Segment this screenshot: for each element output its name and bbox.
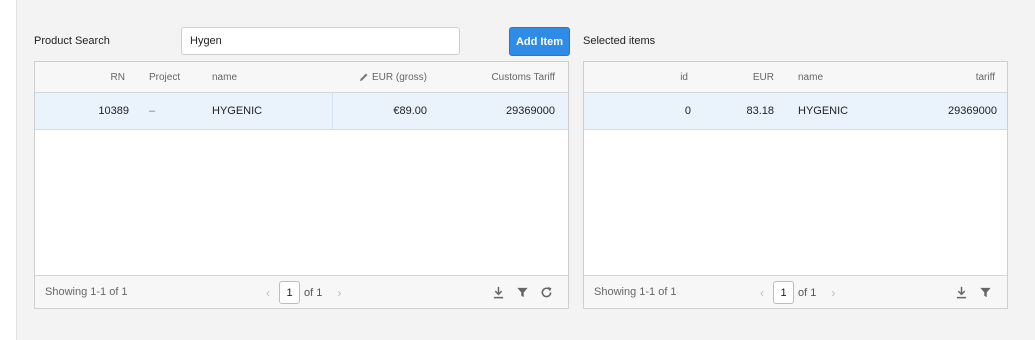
products-grid-header: RN Project name EUR (gross) Customs Tari… — [35, 62, 568, 93]
products-grid-footer: Showing 1-1 of 1 ‹ 1 of 1 › — [35, 275, 568, 308]
refresh-icon[interactable] — [539, 285, 553, 299]
table-row[interactable]: 0 83.18 HYGENIC 29369000 — [584, 93, 1007, 130]
cell-name: HYGENIC — [212, 105, 263, 117]
column-header-tariff[interactable]: tariff — [904, 62, 995, 92]
pencil-icon — [359, 73, 368, 81]
cell-rn: 10389 — [98, 105, 129, 117]
cell-project: – — [149, 105, 156, 117]
download-icon[interactable] — [954, 285, 968, 299]
column-header-eur-gross-label: EUR (gross) — [371, 71, 427, 83]
add-item-button[interactable]: Add Item — [509, 27, 570, 56]
product-search-input[interactable] — [181, 27, 460, 55]
cell-name: HYGENIC — [798, 105, 849, 117]
chevron-left-icon[interactable]: ‹ — [261, 286, 275, 300]
products-grid: RN Project name EUR (gross) Customs Tari… — [34, 61, 569, 309]
filter-icon[interactable] — [515, 285, 529, 299]
column-header-name[interactable]: name — [212, 62, 312, 92]
paging-status: Showing 1-1 of 1 — [45, 286, 128, 298]
column-header-customs-tariff[interactable]: Customs Tariff — [455, 62, 555, 92]
selected-items-label: Selected items — [583, 35, 656, 47]
pagination: ‹ 1 of 1 › — [261, 281, 346, 304]
cell-id: 0 — [684, 105, 691, 117]
chevron-right-icon[interactable]: › — [332, 286, 346, 300]
column-header-id[interactable]: id — [644, 62, 688, 92]
column-header-eur[interactable]: EUR — [714, 62, 774, 92]
paging-status: Showing 1-1 of 1 — [594, 286, 677, 298]
column-header-eur-gross[interactable]: EUR (gross) — [335, 62, 427, 92]
selected-items-grid: id EUR name tariff 0 83.18 HYGENIC 29369… — [583, 61, 1008, 309]
column-header-name[interactable]: name — [798, 62, 878, 92]
chevron-right-icon[interactable]: › — [826, 286, 840, 300]
filter-icon[interactable] — [978, 285, 992, 299]
column-header-project[interactable]: Project — [149, 62, 209, 92]
cell-eur: 83.18 — [746, 105, 774, 117]
cell-customs-tariff: 29369000 — [506, 105, 555, 117]
cell-eur-gross[interactable]: €89.00 — [335, 93, 427, 129]
page-number-input[interactable]: 1 — [279, 281, 300, 304]
chevron-left-icon[interactable]: ‹ — [755, 286, 769, 300]
download-icon[interactable] — [491, 285, 505, 299]
page-count: of 1 — [304, 286, 323, 299]
editable-column-divider — [332, 93, 333, 129]
page-count: of 1 — [798, 286, 817, 299]
page-number-input[interactable]: 1 — [773, 281, 794, 304]
selected-grid-header: id EUR name tariff — [584, 62, 1007, 93]
product-search-label: Product Search — [34, 35, 110, 47]
pagination: ‹ 1 of 1 › — [755, 281, 840, 304]
left-sidebar-strip — [0, 0, 17, 340]
column-header-rn[interactable]: RN — [75, 62, 125, 92]
selected-grid-footer: Showing 1-1 of 1 ‹ 1 of 1 › — [584, 275, 1007, 308]
cell-tariff: 29369000 — [948, 105, 997, 117]
table-row[interactable]: 10389 – HYGENIC €89.00 29369000 — [35, 93, 568, 130]
